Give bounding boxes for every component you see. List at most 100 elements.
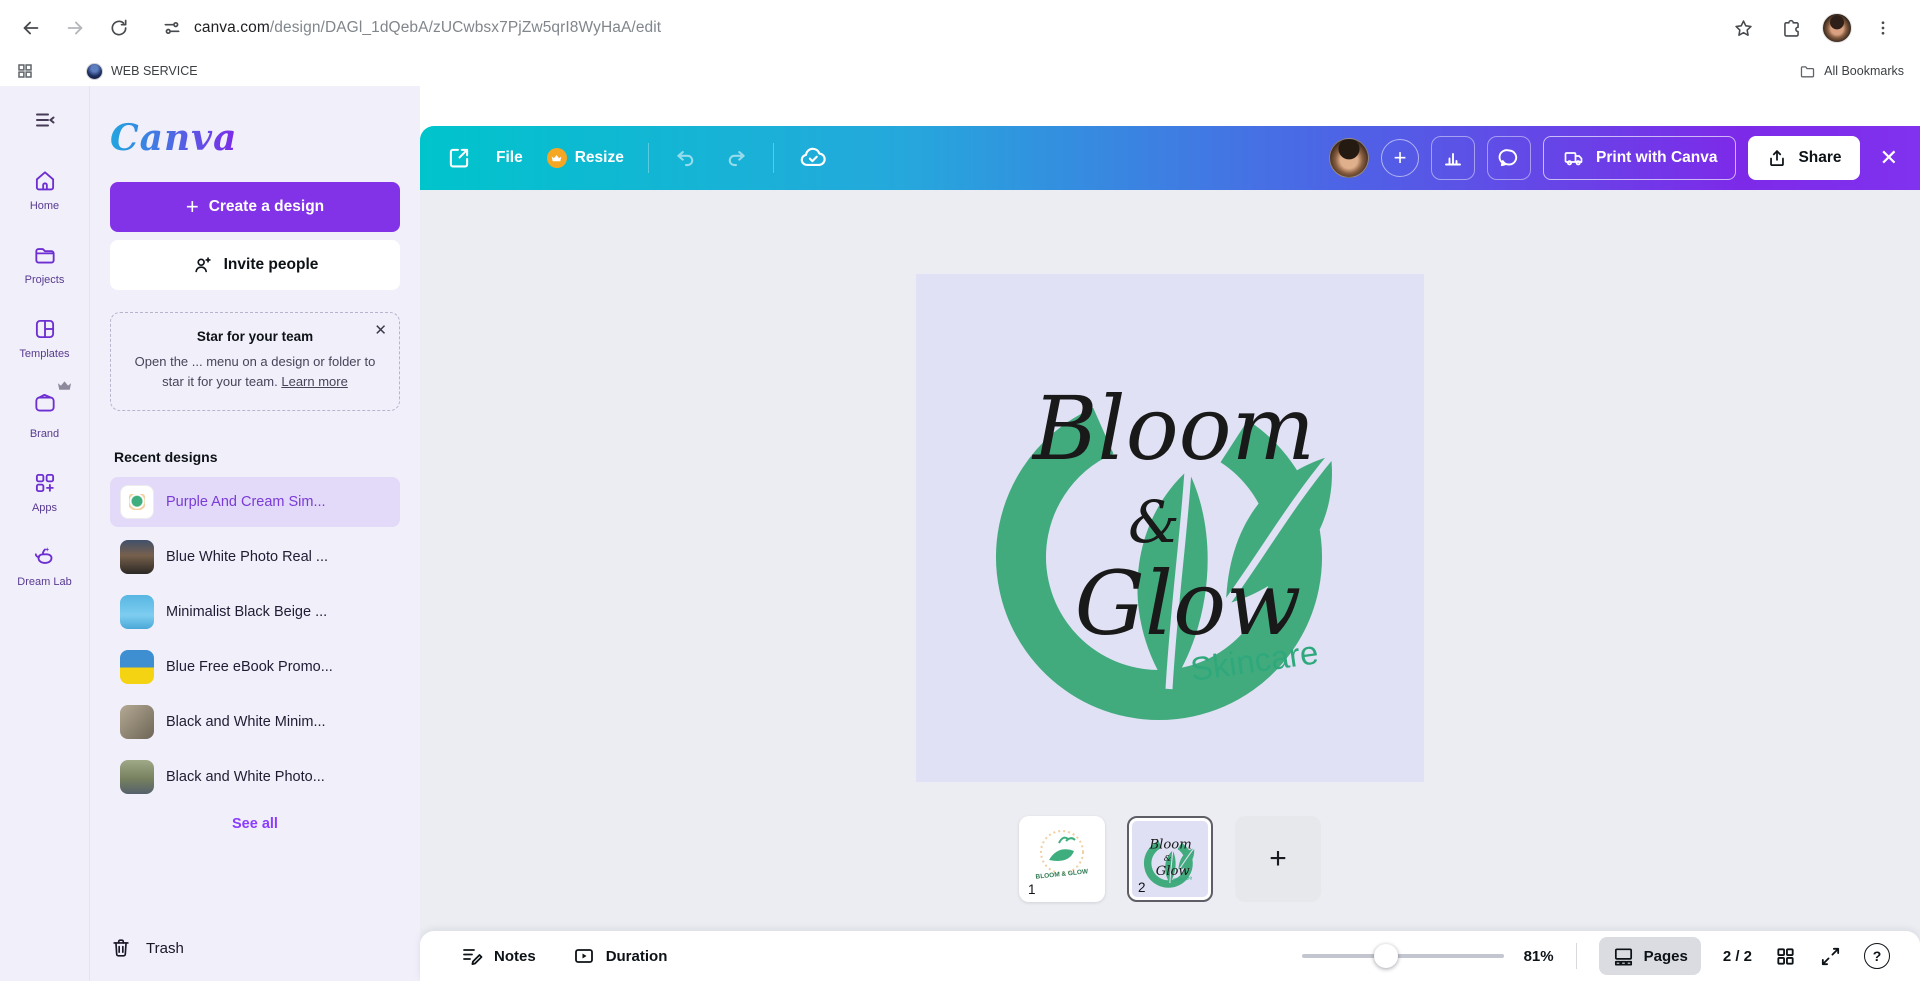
list-item-recent-design[interactable]: Black and White Minim... (110, 697, 400, 747)
folder-icon (1800, 65, 1815, 77)
grid-view-button[interactable] (1774, 945, 1797, 968)
comments-button[interactable] (1487, 136, 1532, 180)
insights-button[interactable] (1431, 136, 1476, 180)
reload-icon[interactable] (102, 11, 136, 45)
resize-button[interactable]: Resize (546, 148, 624, 168)
list-item-recent-design[interactable]: Blue White Photo Real ... (110, 532, 400, 582)
rail-label: Apps (31, 502, 58, 514)
close-icon[interactable]: ✕ (374, 323, 387, 338)
file-menu[interactable]: File (496, 149, 523, 167)
design-page[interactable]: Bloom & Glow Skincare (916, 274, 1424, 782)
trash-label: Trash (146, 939, 184, 957)
divider (772, 143, 774, 173)
notes-button[interactable]: Notes (460, 944, 536, 968)
trash-icon (113, 939, 129, 957)
see-all-link[interactable]: See all (110, 816, 400, 832)
undo-icon[interactable] (673, 145, 699, 171)
collaborator-avatar[interactable] (1329, 138, 1370, 178)
add-page-button[interactable]: + (1235, 816, 1321, 902)
bookmark-web-service[interactable]: WEB SERVICE (86, 62, 198, 80)
forward-icon[interactable] (58, 11, 92, 45)
star-for-team-card: ✕ Star for your team Open the ... menu o… (110, 312, 400, 412)
home-sidebar: Canva + Create a design Invite people ✕ … (90, 86, 420, 981)
design-thumbnail (120, 485, 154, 520)
page-number: 2 (1138, 880, 1146, 895)
apps-grid-icon[interactable] (16, 62, 34, 80)
plus-icon: + (185, 194, 199, 219)
url-host: canva.com (194, 19, 270, 36)
redo-icon[interactable] (723, 145, 749, 171)
design-thumbnail (120, 595, 154, 630)
list-item-recent-design[interactable]: Black and White Photo... (110, 752, 400, 802)
bookmarks-bar: WEB SERVICE All Bookmarks (0, 56, 1920, 86)
add-collaborator-button[interactable]: + (1381, 139, 1420, 177)
premium-crown-icon (57, 381, 71, 390)
sidebar-item-projects[interactable]: Projects (6, 242, 84, 286)
invite-person-icon (194, 257, 211, 273)
collapse-sidebar-icon[interactable] (33, 108, 57, 132)
list-item-recent-design[interactable]: Blue Free eBook Promo... (110, 642, 400, 692)
rail-label: Templates (19, 348, 70, 360)
list-item-recent-design[interactable]: Purple And Cream Sim... (110, 477, 400, 528)
list-item-recent-design[interactable]: Minimalist Black Beige ... (110, 587, 400, 637)
sidebar-item-templates[interactable]: Templates (6, 316, 84, 360)
canva-logo[interactable]: Canva (110, 120, 237, 156)
address-bar[interactable]: canva.com/design/DAGl_1dQebA/zUCwbsx7PjZ… (146, 18, 1716, 38)
design-thumbnail (120, 540, 154, 575)
trash-button[interactable]: Trash (110, 937, 184, 959)
close-editor-icon[interactable]: ✕ (1880, 145, 1898, 171)
team-card-title: Star for your team (196, 329, 314, 344)
browser-menu-icon[interactable] (1866, 11, 1900, 45)
recent-designs-list: Purple And Cream Sim... Blue White Photo… (110, 477, 400, 802)
zoom-slider[interactable] (1301, 944, 1504, 968)
chart-icon (1445, 153, 1461, 166)
page-number: 1 (1028, 882, 1036, 897)
page-2-thumbnail-selected[interactable]: 2 (1127, 816, 1213, 902)
sidebar-item-brand[interactable]: Brand (6, 381, 84, 440)
help-button[interactable]: ? (1864, 943, 1890, 969)
create-design-button[interactable]: + Create a design (110, 182, 400, 232)
zoom-slider-handle[interactable] (1373, 944, 1398, 968)
browser-profile-avatar[interactable] (1822, 13, 1852, 43)
open-external-icon[interactable] (446, 145, 472, 171)
fullscreen-button[interactable] (1819, 945, 1842, 968)
comment-icon (1498, 149, 1518, 167)
all-bookmarks[interactable]: All Bookmarks (1799, 63, 1904, 80)
page-thumbnails: BLOOM & GLOW 1 2 + (420, 816, 1920, 902)
print-with-canva-button[interactable]: Print with Canva (1543, 136, 1737, 180)
pages-view-button[interactable]: Pages (1598, 937, 1701, 975)
grid-view-icon (1777, 947, 1794, 965)
sidebar-item-home[interactable]: Home (6, 168, 84, 212)
create-design-label: Create a design (208, 198, 325, 215)
cloud-saved-icon (800, 147, 826, 166)
notes-icon (463, 949, 483, 965)
url-text[interactable]: canva.com/design/DAGl_1dQebA/zUCwbsx7PjZ… (194, 19, 661, 37)
invite-people-button[interactable]: Invite people (110, 240, 400, 290)
all-bookmarks-label: All Bookmarks (1824, 64, 1904, 78)
page-indicator: 2 / 2 (1722, 947, 1752, 965)
duration-icon (574, 949, 593, 963)
extensions-icon[interactable] (1774, 11, 1808, 45)
page-1-thumbnail[interactable]: BLOOM & GLOW 1 (1019, 816, 1105, 902)
browser-actions (1726, 11, 1906, 45)
bookmark-star-icon[interactable] (1726, 11, 1760, 45)
bookmark-label: WEB SERVICE (111, 64, 198, 78)
bloom-glow-logo: Bloom & Glow Skincare (996, 377, 1334, 720)
site-info-icon[interactable] (162, 18, 182, 38)
design-workspace: Bloom & Glow Skincare BLOOM & GLOW 1 2 + (420, 190, 1920, 981)
svg-text:BLOOM & GLOW: BLOOM & GLOW (1035, 868, 1089, 881)
apps-icon (35, 473, 54, 493)
sidebar-item-dream-lab[interactable]: Dream Lab (6, 544, 84, 588)
editor-area: File Resize + Print with Canva Share ✕ B… (420, 86, 1920, 981)
duration-button[interactable]: Duration (572, 944, 667, 968)
browser-toolbar: canva.com/design/DAGl_1dQebA/zUCwbsx7PjZ… (0, 0, 1920, 56)
share-button[interactable]: Share (1748, 136, 1860, 180)
learn-more-link[interactable]: Learn more (281, 374, 347, 389)
nav-rail: Home Projects Templates Brand Apps Dream… (0, 86, 90, 981)
truck-icon (1564, 152, 1583, 166)
back-icon[interactable] (14, 11, 48, 45)
logo-ampersand: & (1128, 488, 1180, 556)
sidebar-item-apps[interactable]: Apps (6, 470, 84, 514)
invite-people-label: Invite people (223, 256, 319, 273)
home-icon (35, 171, 54, 191)
